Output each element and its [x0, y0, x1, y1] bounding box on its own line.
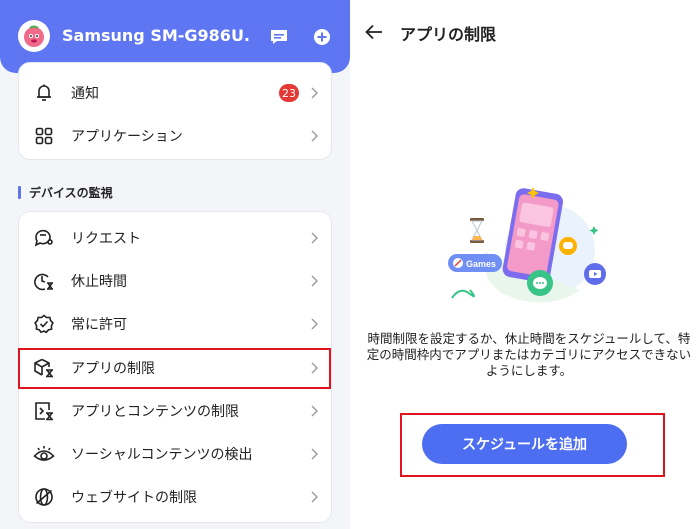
description-text: 時間制限を設定するか、休止時間をスケジュールして、特定の時間枠内でアプリまたはカ…: [366, 331, 692, 378]
menu-item-app-limits[interactable]: アプリの制限: [19, 348, 331, 388]
menu-item-label: アプリケーション: [71, 129, 183, 145]
chevron-right-icon: [309, 361, 319, 375]
menu-item-label: ソーシャルコンテンツの検出: [71, 447, 253, 463]
page-title: アプリの制限: [400, 25, 497, 44]
eye-icon: [33, 443, 55, 465]
games-tag-label: Games: [466, 259, 496, 269]
avatar[interactable]: [18, 20, 50, 52]
back-arrow-icon[interactable]: [362, 20, 386, 44]
menu-item-label: ウェブサイトの制限: [71, 490, 197, 506]
chevron-right-icon: [309, 129, 319, 143]
chevron-right-icon: [309, 86, 319, 100]
section-title-text: デバイスの監視: [29, 186, 113, 200]
chevron-right-icon: [309, 231, 319, 245]
check-badge-icon: [33, 313, 55, 335]
section-accent-bar: [18, 186, 21, 199]
clock-hourglass-icon: [33, 270, 55, 292]
menu-item-app-content-limits[interactable]: アプリとコンテンツの制限: [19, 391, 331, 431]
request-bubble-icon: [33, 227, 55, 249]
app-limit-cube-icon: [33, 357, 55, 379]
menu-item-website-limits[interactable]: ウェブサイトの制限: [19, 477, 331, 517]
top-card: 通知 23 アプリケーション: [18, 62, 332, 160]
menu-item-requests[interactable]: リクエスト: [19, 218, 331, 258]
menu-item-applications[interactable]: アプリケーション: [19, 116, 331, 156]
menu-item-label: アプリの制限: [71, 361, 155, 377]
add-schedule-button[interactable]: スケジュールを追加: [422, 424, 627, 464]
section-title: デバイスの監視: [18, 184, 113, 201]
chevron-right-icon: [309, 447, 319, 461]
menu-item-label: 常に許可: [71, 317, 127, 333]
apps-grid-icon: [33, 125, 55, 147]
left-panel: Samsung SM-G986U. 通知 23 アプリケーション デバイスの監視…: [0, 0, 350, 529]
menu-item-label: リクエスト: [71, 231, 141, 247]
chevron-right-icon: [309, 490, 319, 504]
menu-item-label: 通知: [71, 86, 99, 102]
bell-icon: [33, 82, 55, 104]
message-icon[interactable]: [268, 26, 290, 48]
chevron-right-icon: [309, 317, 319, 331]
menu-item-always-allowed[interactable]: 常に許可: [19, 304, 331, 344]
menu-item-notifications[interactable]: 通知 23: [19, 73, 331, 113]
menu-item-downtime[interactable]: 休止時間: [19, 261, 331, 301]
content-limit-icon: [33, 400, 55, 422]
device-monitoring-card: リクエスト 休止時間 常に許可 アプリの制限 アプリとコンテンツの制限 ソーシャ…: [18, 211, 332, 523]
chevron-right-icon: [309, 274, 319, 288]
app-limit-illustration: Games: [448, 187, 606, 303]
menu-item-label: 休止時間: [71, 274, 127, 290]
menu-item-social-content-detection[interactable]: ソーシャルコンテンツの検出: [19, 434, 331, 474]
device-name[interactable]: Samsung SM-G986U.: [62, 26, 250, 45]
menu-item-label: アプリとコンテンツの制限: [71, 404, 239, 420]
add-device-icon[interactable]: [311, 26, 333, 48]
chevron-right-icon: [309, 404, 319, 418]
right-panel: アプリの制限 Games 時間制限を設定するか、休止時間をスケジュールして、特定…: [350, 0, 700, 529]
globe-block-icon: [33, 486, 55, 508]
notification-count-badge: 23: [279, 84, 299, 102]
